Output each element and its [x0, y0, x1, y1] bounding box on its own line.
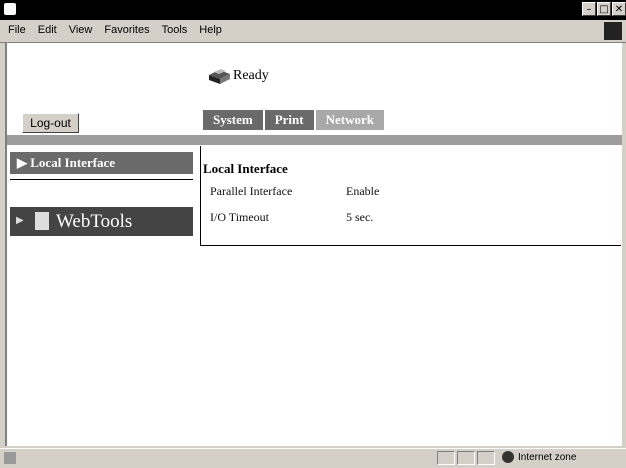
restore-button[interactable]: □	[597, 2, 611, 16]
menu-tools[interactable]: Tools	[162, 24, 188, 36]
menu-view[interactable]: View	[69, 24, 93, 36]
row-label-io-timeout: I/O Timeout	[210, 210, 270, 224]
zone-label: Internet zone	[518, 451, 577, 463]
close-button[interactable]: ✕	[612, 2, 626, 16]
window-titlebar: – □ ✕	[0, 0, 626, 20]
tab-print[interactable]: Print	[264, 110, 314, 130]
row-value-parallel-interface: Enable	[346, 184, 380, 198]
printer-icon	[209, 69, 230, 84]
status-panel	[477, 451, 495, 465]
header-divider-band	[7, 135, 622, 145]
page-icon	[4, 452, 16, 464]
page-content: Ready Log-out System Print Network ▶ Loc…	[5, 43, 622, 446]
globe-icon	[502, 451, 514, 463]
menu-favorites[interactable]: Favorites	[104, 24, 149, 36]
row-value-io-timeout: 5 sec.	[346, 210, 374, 224]
status-panel	[437, 451, 455, 465]
fiery-logo-icon	[35, 212, 49, 230]
security-zone: Internet zone	[502, 451, 576, 463]
printer-status: Ready	[233, 68, 269, 83]
tab-bar: System Print Network	[203, 110, 384, 130]
menu-help[interactable]: Help	[199, 24, 222, 36]
arrow-right-icon: ▶	[16, 215, 24, 226]
status-panel	[457, 451, 475, 465]
window-controls: – □ ✕	[582, 2, 626, 16]
sidebar-item-local-interface[interactable]: ▶ Local Interface	[10, 152, 193, 174]
tab-system[interactable]: System	[203, 110, 263, 130]
windows-logo-icon	[604, 22, 622, 40]
sidebar-divider	[10, 179, 193, 180]
tab-network[interactable]: Network	[315, 110, 384, 130]
minimize-button[interactable]: –	[582, 2, 596, 16]
section-title: Local Interface	[203, 161, 288, 176]
webtools-link[interactable]: ▶ WebTools	[10, 207, 193, 236]
row-label-parallel-interface: Parallel Interface	[210, 184, 293, 198]
panel-divider-horizontal	[200, 245, 621, 246]
ie-icon	[4, 3, 16, 15]
menu-file[interactable]: File	[8, 24, 26, 36]
menu-edit[interactable]: Edit	[38, 24, 57, 36]
logout-button[interactable]: Log-out	[22, 113, 79, 133]
statusbar: Internet zone	[0, 448, 626, 468]
panel-divider-vertical	[200, 146, 201, 245]
webtools-label: WebTools	[56, 211, 133, 232]
menubar: File Edit View Favorites Tools Help	[0, 20, 626, 43]
